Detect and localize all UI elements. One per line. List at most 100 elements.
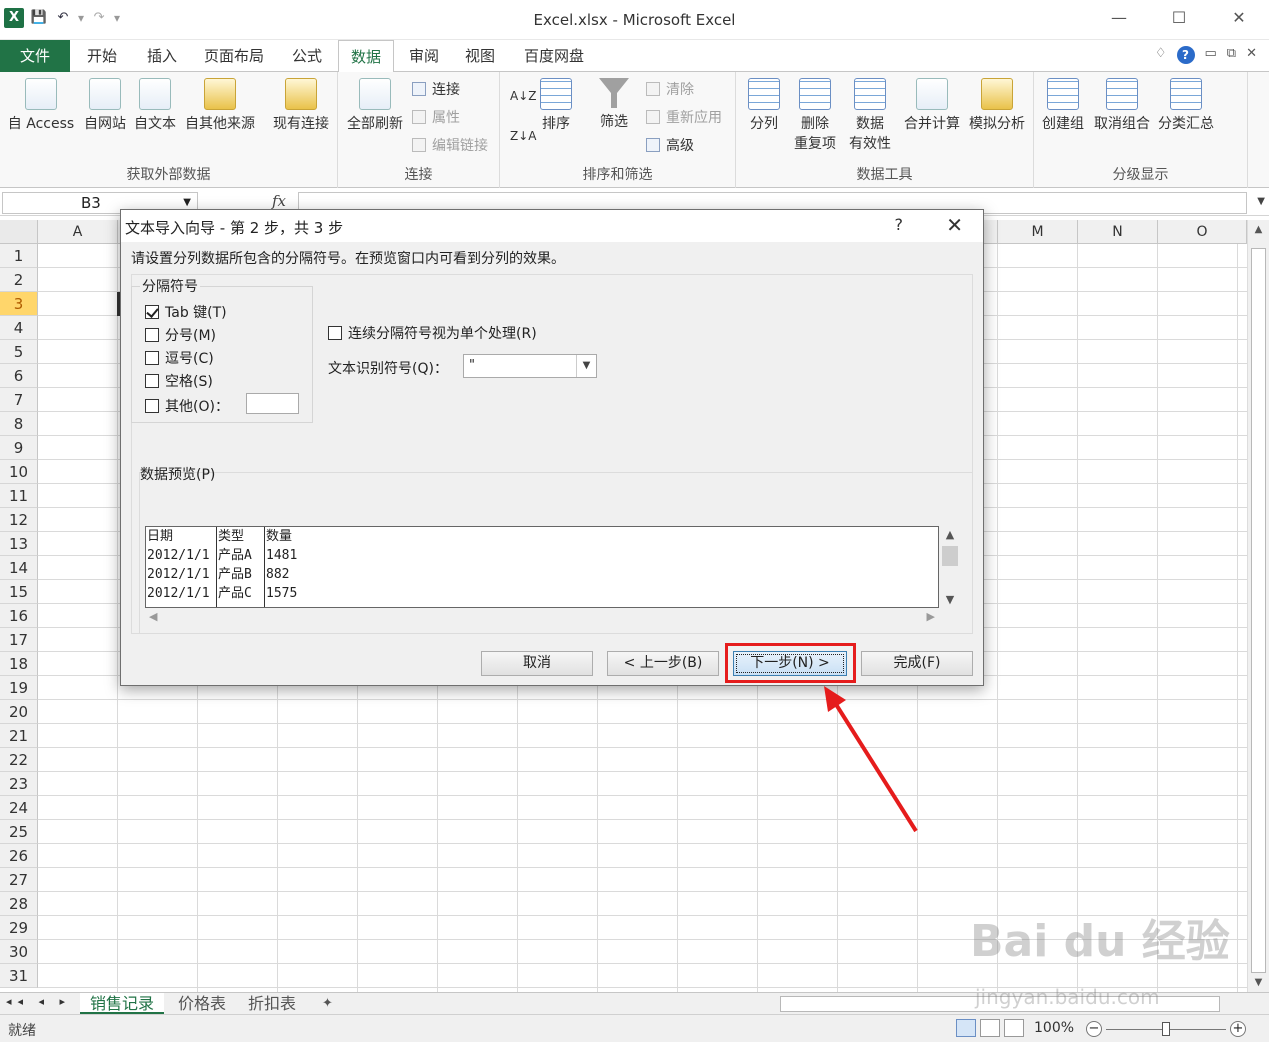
preview-scroll-down-icon[interactable]: ▼ xyxy=(939,593,961,606)
zoom-slider[interactable]: − + xyxy=(1086,1021,1246,1037)
reapply-button[interactable]: 重新应用 xyxy=(646,108,722,128)
close-button[interactable]: ✕ xyxy=(1209,0,1269,38)
other-delimiter-input[interactable] xyxy=(246,393,299,414)
dialog-close-icon[interactable]: ✕ xyxy=(946,213,963,237)
delimiter-space[interactable]: 空格(S) xyxy=(145,371,213,391)
row-header-14[interactable]: 14 xyxy=(0,556,38,580)
select-all-corner[interactable] xyxy=(0,220,38,244)
row-header-4[interactable]: 4 xyxy=(0,316,38,340)
consolidate-button[interactable]: 合并计算 xyxy=(900,78,964,134)
row-header-20[interactable]: 20 xyxy=(0,700,38,724)
column-header-m[interactable]: M xyxy=(998,220,1078,244)
delimiter-other[interactable]: 其他(O)： xyxy=(145,396,229,416)
remove-duplicates-button[interactable]: 删除 重复项 xyxy=(790,78,840,154)
row-header-31[interactable]: 31 xyxy=(0,964,38,988)
row-header-1[interactable]: 1 xyxy=(0,244,38,268)
row-header-28[interactable]: 28 xyxy=(0,892,38,916)
row-header-17[interactable]: 17 xyxy=(0,628,38,652)
maximize-button[interactable]: ☐ xyxy=(1149,0,1209,38)
sheet-tab-prices[interactable]: 价格表 xyxy=(168,993,236,1014)
zoom-out-icon[interactable]: − xyxy=(1086,1021,1102,1037)
other-checkbox[interactable] xyxy=(145,399,159,413)
column-header-o[interactable]: O xyxy=(1158,220,1247,244)
row-header-16[interactable]: 16 xyxy=(0,604,38,628)
text-to-columns-button[interactable]: 分列 xyxy=(744,78,784,134)
semicolon-checkbox[interactable] xyxy=(145,328,159,342)
row-header-8[interactable]: 8 xyxy=(0,412,38,436)
row-header-3[interactable]: 3 xyxy=(0,292,38,316)
column-header-n[interactable]: N xyxy=(1078,220,1158,244)
from-web-button[interactable]: 自网站 xyxy=(80,78,130,134)
row-header-7[interactable]: 7 xyxy=(0,388,38,412)
page-break-view-icon[interactable] xyxy=(1004,1019,1024,1037)
doc-restore-icon[interactable]: ⧉ xyxy=(1227,46,1236,64)
vertical-scrollbar[interactable]: ▲ ▼ xyxy=(1247,220,1269,992)
comma-checkbox[interactable] xyxy=(145,351,159,365)
text-qualifier-select[interactable]: " ▼ xyxy=(463,354,597,378)
preview-scroll-left-icon[interactable]: ◀ xyxy=(149,610,157,623)
data-validation-button[interactable]: 数据 有效性 xyxy=(842,78,898,154)
tab-formulas[interactable]: 公式 xyxy=(282,40,332,72)
row-header-12[interactable]: 12 xyxy=(0,508,38,532)
row-header-9[interactable]: 9 xyxy=(0,436,38,460)
edit-links-button[interactable]: 编辑链接 xyxy=(412,136,488,156)
data-preview-table[interactable]: 日期 类型 数量 2012/1/1 产品A 1481 2012/1/1 产品B 882 2012/… xyxy=(145,526,939,608)
row-header-19[interactable]: 19 xyxy=(0,676,38,700)
preview-scroll-thumb[interactable] xyxy=(942,546,958,566)
row-header-27[interactable]: 27 xyxy=(0,868,38,892)
clear-button[interactable]: 清除 xyxy=(646,80,694,100)
page-layout-view-icon[interactable] xyxy=(980,1019,1000,1037)
tab-data[interactable]: 数据 xyxy=(338,40,394,73)
row-header-18[interactable]: 18 xyxy=(0,652,38,676)
back-button[interactable]: < 上一步(B) xyxy=(607,651,719,676)
delimiter-tab[interactable]: Tab 键(T) xyxy=(145,302,227,322)
delimiter-comma[interactable]: 逗号(C) xyxy=(145,348,214,368)
filter-button[interactable]: 筛选 xyxy=(596,78,632,132)
finish-button[interactable]: 完成(F) xyxy=(861,651,973,676)
minimize-ribbon-icon[interactable]: ♢ xyxy=(1155,46,1167,64)
space-checkbox[interactable] xyxy=(145,374,159,388)
delimiter-semicolon[interactable]: 分号(M) xyxy=(145,325,216,345)
doc-minimize-icon[interactable]: ▭ xyxy=(1205,46,1217,64)
row-header-26[interactable]: 26 xyxy=(0,844,38,868)
row-header-5[interactable]: 5 xyxy=(0,340,38,364)
what-if-analysis-button[interactable]: 模拟分析 xyxy=(964,78,1030,134)
zoom-in-icon[interactable]: + xyxy=(1230,1021,1246,1037)
normal-view-icon[interactable] xyxy=(956,1019,976,1037)
consecutive-delimiters[interactable]: 连续分隔符号视为单个处理(R) xyxy=(328,323,537,343)
help-icon[interactable]: ? xyxy=(1176,46,1195,64)
sort-button[interactable]: 排序 xyxy=(538,78,574,134)
preview-scroll-right-icon[interactable]: ▶ xyxy=(927,610,935,623)
scroll-down-icon[interactable]: ▼ xyxy=(1248,977,1269,988)
chevron-down-icon[interactable]: ▼ xyxy=(576,355,596,377)
row-header-23[interactable]: 23 xyxy=(0,772,38,796)
scroll-up-icon[interactable]: ▲ xyxy=(1248,224,1269,235)
consecutive-checkbox[interactable] xyxy=(328,326,342,340)
insert-function-icon[interactable]: fx xyxy=(272,192,286,210)
row-header-21[interactable]: 21 xyxy=(0,724,38,748)
scroll-thumb[interactable] xyxy=(1251,248,1266,973)
from-access-button[interactable]: 自 Access xyxy=(4,78,78,134)
tab-page-layout[interactable]: 页面布局 xyxy=(196,40,272,72)
subtotal-button[interactable]: 分类汇总 xyxy=(1154,78,1218,134)
row-header-2[interactable]: 2 xyxy=(0,268,38,292)
tab-insert[interactable]: 插入 xyxy=(138,40,186,72)
row-header-24[interactable]: 24 xyxy=(0,796,38,820)
preview-scroll-up-icon[interactable]: ▲ xyxy=(939,528,961,541)
row-header-6[interactable]: 6 xyxy=(0,364,38,388)
row-header-15[interactable]: 15 xyxy=(0,580,38,604)
group-button[interactable]: 创建组 xyxy=(1038,78,1088,134)
row-header-29[interactable]: 29 xyxy=(0,916,38,940)
sheet-tab-discounts[interactable]: 折扣表 xyxy=(238,993,306,1014)
row-header-30[interactable]: 30 xyxy=(0,940,38,964)
tab-view[interactable]: 视图 xyxy=(456,40,504,72)
column-header-a[interactable]: A xyxy=(38,220,118,244)
refresh-all-button[interactable]: 全部刷新 xyxy=(342,78,408,134)
zoom-level[interactable]: 100% xyxy=(1034,1020,1074,1036)
zoom-knob[interactable] xyxy=(1162,1022,1170,1036)
connections-button[interactable]: 连接 xyxy=(412,80,460,100)
row-header-13[interactable]: 13 xyxy=(0,532,38,556)
from-text-button[interactable]: 自文本 xyxy=(130,78,180,134)
insert-sheet-icon[interactable]: ✦ xyxy=(312,993,343,1014)
from-other-sources-button[interactable]: 自其他来源 xyxy=(180,78,260,134)
